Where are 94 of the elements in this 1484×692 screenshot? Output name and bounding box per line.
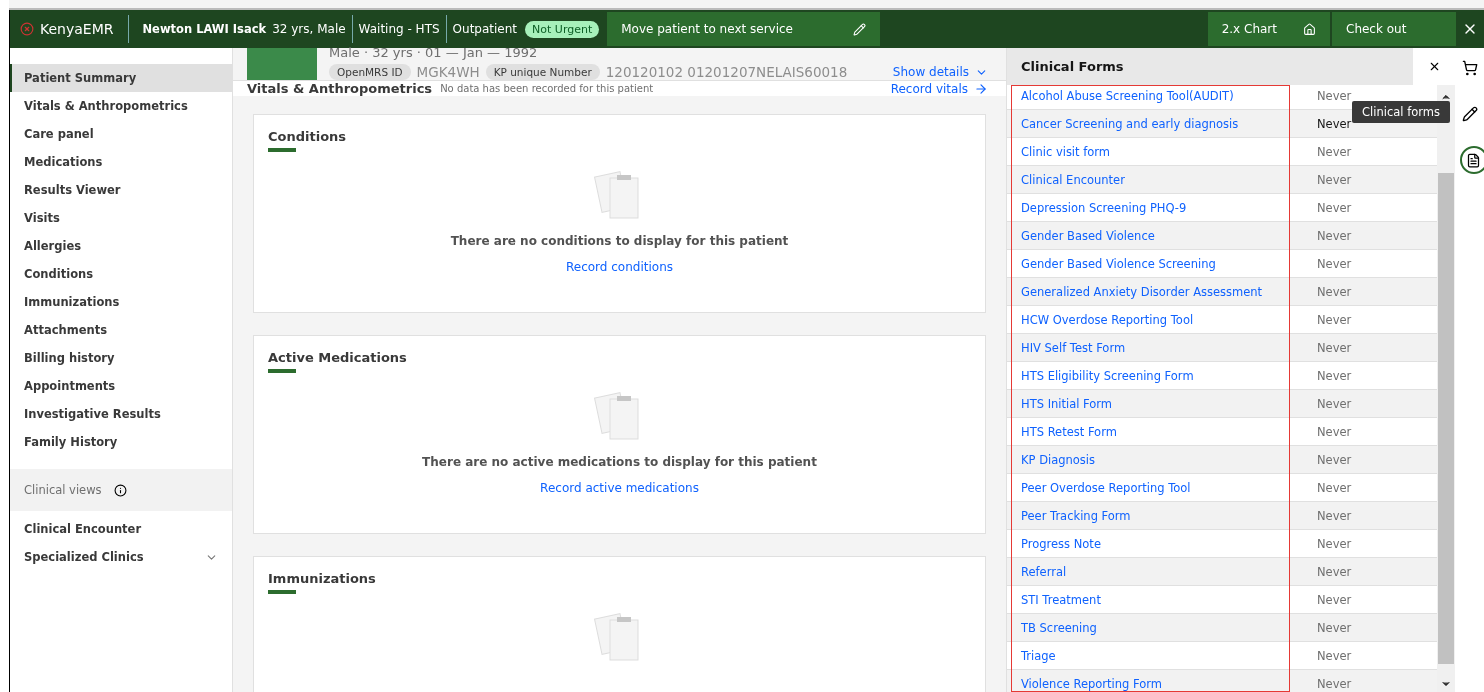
sidebar-item[interactable]: Investigative Results xyxy=(10,400,232,428)
identifier-label: KP unique Number xyxy=(485,64,600,80)
sidebar-item[interactable]: Care panel xyxy=(10,120,232,148)
sidebar-item[interactable]: Patient Summary xyxy=(10,64,232,92)
sidebar-item[interactable]: Allergies xyxy=(10,232,232,260)
form-link[interactable]: Clinic visit form xyxy=(1007,144,1317,159)
form-link[interactable]: TB Screening xyxy=(1007,620,1317,635)
form-link[interactable]: Triage xyxy=(1007,648,1317,663)
form-link[interactable]: Violence Reporting Form xyxy=(1007,676,1317,691)
record-vitals-link[interactable]: Record vitals xyxy=(890,81,988,96)
identifier-value: 120120102 01201207NELAIS60018 xyxy=(605,64,848,80)
brand-logo[interactable]: KenyaEMR xyxy=(10,15,129,43)
chart-button[interactable]: 2.x Chart xyxy=(1207,12,1330,46)
last-completed: Never xyxy=(1317,592,1352,607)
arrow-right-icon xyxy=(974,81,988,96)
form-link[interactable]: Clinical Encounter xyxy=(1007,172,1317,187)
last-completed: Never xyxy=(1317,424,1352,439)
form-link[interactable]: Gender Based Violence Screening xyxy=(1007,256,1317,271)
form-link[interactable]: STI Treatment xyxy=(1007,592,1317,607)
form-link[interactable]: Referral xyxy=(1007,564,1317,579)
card-title: Active Medications xyxy=(268,350,408,365)
last-completed: Never xyxy=(1317,368,1352,383)
form-link[interactable]: Generalized Anxiety Disorder Assessment xyxy=(1007,284,1317,299)
sidebar-item[interactable]: Specialized Clinics xyxy=(10,543,232,571)
empty-message: There are no active medications to display for this patient xyxy=(422,455,817,469)
info-icon[interactable] xyxy=(113,483,127,497)
patient-demographics: Male · 32 yrs · 01 — Jan — 1992 xyxy=(329,45,539,60)
pencil-icon xyxy=(853,22,866,36)
move-patient-button[interactable]: Move patient to next service xyxy=(607,12,880,46)
sidebar-item[interactable]: Family History xyxy=(10,428,232,456)
sidebar-item[interactable]: Medications xyxy=(10,148,232,176)
form-link[interactable]: HTS Eligibility Screening Form xyxy=(1007,368,1317,383)
last-completed: Never xyxy=(1317,116,1352,131)
last-completed: Never xyxy=(1317,480,1352,495)
form-link[interactable]: Alcohol Abuse Screening Tool(AUDIT) xyxy=(1007,88,1317,103)
patient-name: Newton LAWI Isack xyxy=(141,22,267,36)
patient-info: 32 yrs, Male xyxy=(266,15,353,43)
record-link[interactable]: Record conditions xyxy=(566,260,673,274)
last-completed: Never xyxy=(1317,564,1352,579)
form-link[interactable]: Depression Screening PHQ-9 xyxy=(1007,200,1317,215)
form-link[interactable]: Progress Note xyxy=(1007,536,1317,551)
form-link[interactable]: Cancer Screening and early diagnosis xyxy=(1007,116,1317,131)
form-link[interactable]: Gender Based Violence xyxy=(1007,228,1317,243)
last-completed: Never xyxy=(1317,676,1352,691)
form-link[interactable]: HTS Initial Form xyxy=(1007,396,1317,411)
priority-tag: Not Urgent xyxy=(525,20,600,38)
identifier-value: MGK4WH xyxy=(416,64,480,80)
form-link[interactable]: Peer Overdose Reporting Tool xyxy=(1007,480,1317,495)
sidebar-item[interactable]: Billing history xyxy=(10,344,232,372)
form-link[interactable]: Peer Tracking Form xyxy=(1007,508,1317,523)
card-title: Immunizations xyxy=(268,571,377,586)
queue-status: Waiting - HTS xyxy=(352,15,447,43)
last-completed: Never xyxy=(1317,172,1352,187)
last-completed: Never xyxy=(1317,88,1352,103)
sidebar-item[interactable]: Clinical Encounter xyxy=(10,515,232,543)
last-completed: Never xyxy=(1317,396,1352,411)
home-icon xyxy=(1303,22,1316,36)
last-completed: Never xyxy=(1317,452,1352,467)
last-completed: Never xyxy=(1317,200,1352,215)
empty-note: No data has been recorded for this patient xyxy=(440,83,654,94)
sidebar-item[interactable]: Conditions xyxy=(10,260,232,288)
panel-title: Clinical Forms xyxy=(1020,58,1125,76)
form-link[interactable]: HIV Self Test Form xyxy=(1007,340,1317,355)
document-icon[interactable] xyxy=(1459,146,1484,174)
form-link[interactable]: KP Diagnosis xyxy=(1007,452,1317,467)
last-completed: Never xyxy=(1317,256,1352,271)
show-details-link[interactable]: Show details xyxy=(892,65,988,79)
section-title: Clinical views xyxy=(24,483,102,497)
form-link[interactable]: HTS Retest Form xyxy=(1007,424,1317,439)
sidebar-item[interactable]: Immunizations xyxy=(10,288,232,316)
avatar-placeholder xyxy=(247,48,317,80)
sidebar-item[interactable]: Vitals & Anthropometrics xyxy=(10,92,232,120)
section-title: Vitals & Anthropometrics xyxy=(247,81,433,96)
card-title: Conditions xyxy=(268,129,348,144)
last-completed: Never xyxy=(1317,312,1352,327)
tooltip: Clinical forms xyxy=(1352,101,1450,123)
last-completed: Never xyxy=(1317,536,1352,551)
check-out-button[interactable]: Check out xyxy=(1332,12,1456,46)
last-completed: Never xyxy=(1317,144,1352,159)
visit-type: Outpatient xyxy=(451,21,519,38)
record-link[interactable]: Record active medications xyxy=(540,481,699,495)
sidebar-item[interactable]: Appointments xyxy=(10,372,232,400)
last-completed: Never xyxy=(1317,648,1352,663)
last-completed: Never xyxy=(1317,284,1352,299)
last-completed: Never xyxy=(1317,340,1352,355)
sidebar-item[interactable]: Attachments xyxy=(10,316,232,344)
sidebar-item[interactable]: Visits xyxy=(10,204,232,232)
identifier-label: OpenMRS ID xyxy=(329,64,411,80)
last-completed: Never xyxy=(1317,620,1352,635)
sidebar-item[interactable]: Results Viewer xyxy=(10,176,232,204)
form-link[interactable]: HCW Overdose Reporting Tool xyxy=(1007,312,1317,327)
last-completed: Never xyxy=(1317,508,1352,523)
last-completed: Never xyxy=(1317,228,1352,243)
empty-message: There are no conditions to display for this patient xyxy=(450,234,789,248)
